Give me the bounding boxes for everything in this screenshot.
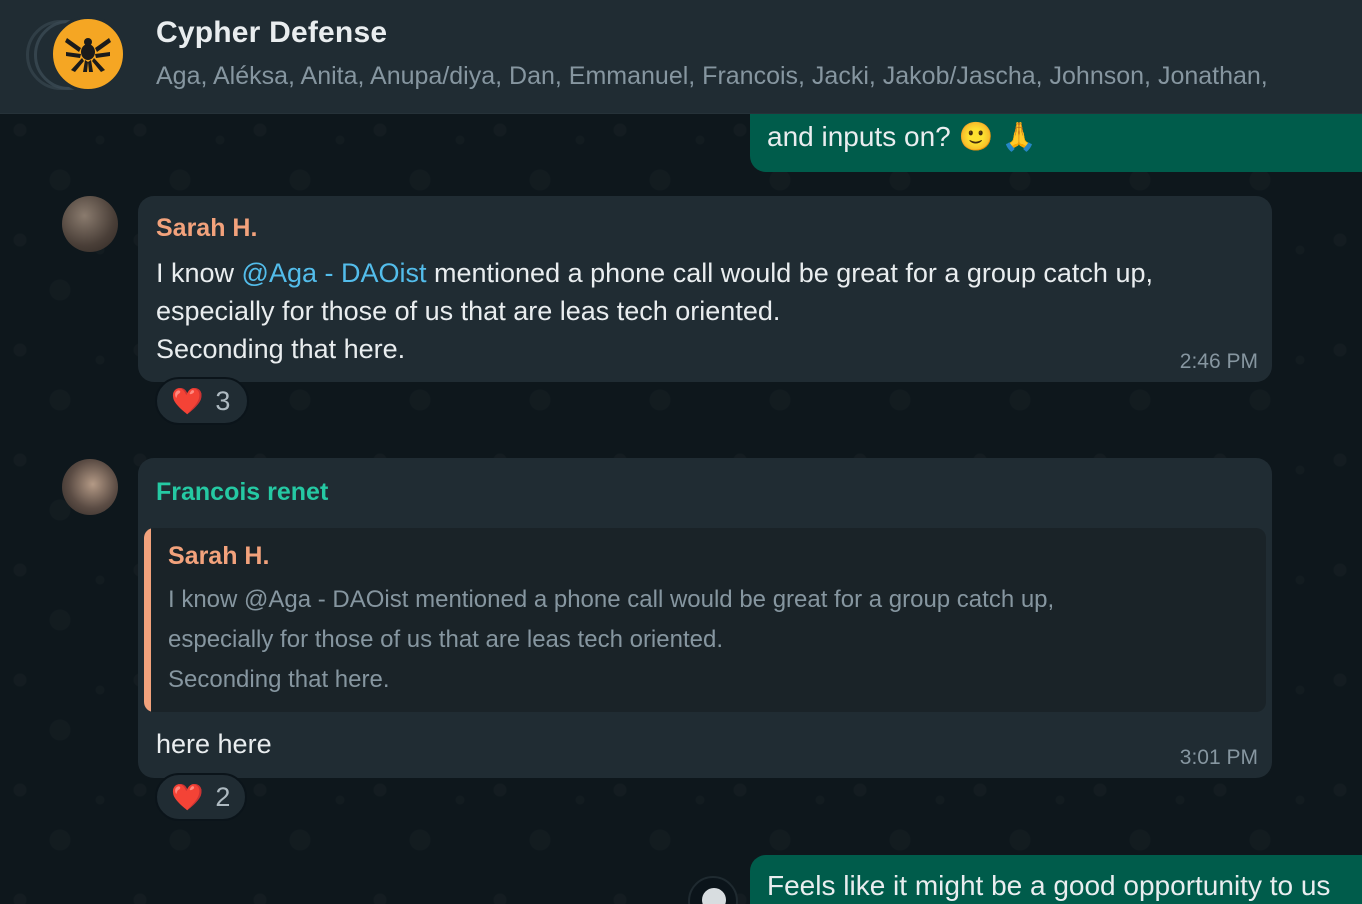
folded-hands-emoji-icon: 🙏: [1001, 121, 1037, 152]
message-text-segment: I know: [156, 258, 242, 288]
reaction-badge[interactable]: ❤️ 2: [155, 773, 247, 821]
heart-emoji-icon: ❤️: [171, 781, 204, 812]
spider-logo-icon: [65, 38, 111, 72]
quote-sender-name: Sarah H.: [168, 542, 270, 570]
message-text: Feels like it might be a good opportunit…: [767, 870, 1331, 901]
reaction-badge[interactable]: ❤️ 3: [155, 377, 249, 425]
message-line: I know @Aga - DAOist mentioned a phone c…: [156, 254, 1153, 292]
message-text-segment: mentioned a phone call would be great fo…: [426, 258, 1153, 288]
quote-text: I know @Aga - DAOist mentioned a phone c…: [168, 580, 1054, 700]
chat-members-list[interactable]: Aga, Aléksa, Anita, Anupa/diya, Dan, Emm…: [156, 62, 1362, 91]
incoming-message-francois[interactable]: Francois renet Sarah H. I know @Aga - DA…: [138, 458, 1272, 778]
group-avatar[interactable]: [50, 16, 126, 92]
avatar-sarah[interactable]: [62, 196, 118, 252]
heart-emoji-icon: ❤️: [171, 385, 204, 416]
sender-name[interactable]: Francois renet: [156, 478, 328, 507]
message-text-row: and inputs on? 🙂 🙏: [767, 120, 1036, 153]
chat-header[interactable]: Cypher Defense Aga, Aléksa, Anita, Anupa…: [0, 0, 1362, 114]
reaction-count: 2: [215, 781, 231, 812]
quote-line: Seconding that here.: [168, 666, 390, 693]
quote-accent-bar: [144, 528, 151, 712]
outgoing-message[interactable]: Feels like it might be a good opportunit…: [750, 855, 1362, 904]
message-text: and inputs on?: [767, 120, 951, 152]
message-line: especially for those of us that are leas…: [156, 296, 781, 326]
chat-title[interactable]: Cypher Defense: [156, 16, 387, 50]
message-text: I know @Aga - DAOist mentioned a phone c…: [156, 254, 1153, 368]
incoming-message-sarah[interactable]: Sarah H. I know @Aga - DAOist mentioned …: [138, 196, 1272, 382]
message-timestamp: 3:01 PM: [1179, 746, 1258, 769]
quote-line: especially for those of us that are leas…: [168, 626, 723, 653]
avatar-francois[interactable]: [62, 459, 118, 515]
reaction-count: 3: [215, 385, 231, 416]
quote-line: I know @Aga - DAOist mentioned a phone c…: [168, 586, 1055, 613]
chat-window: Cypher Defense Aga, Aléksa, Anita, Anupa…: [0, 0, 1362, 904]
group-avatar-stack[interactable]: [26, 16, 126, 92]
message-line: Seconding that here.: [156, 334, 406, 364]
quoted-message[interactable]: Sarah H. I know @Aga - DAOist mentioned …: [144, 528, 1266, 712]
message-text: here here: [156, 729, 272, 759]
mention-link[interactable]: @Aga - DAOist: [242, 258, 427, 288]
default-avatar-icon: [702, 888, 726, 904]
smiley-emoji-icon: 🙂: [958, 121, 994, 152]
sender-name[interactable]: Sarah H.: [156, 214, 257, 243]
message-timestamp: 2:46 PM: [1179, 350, 1258, 373]
